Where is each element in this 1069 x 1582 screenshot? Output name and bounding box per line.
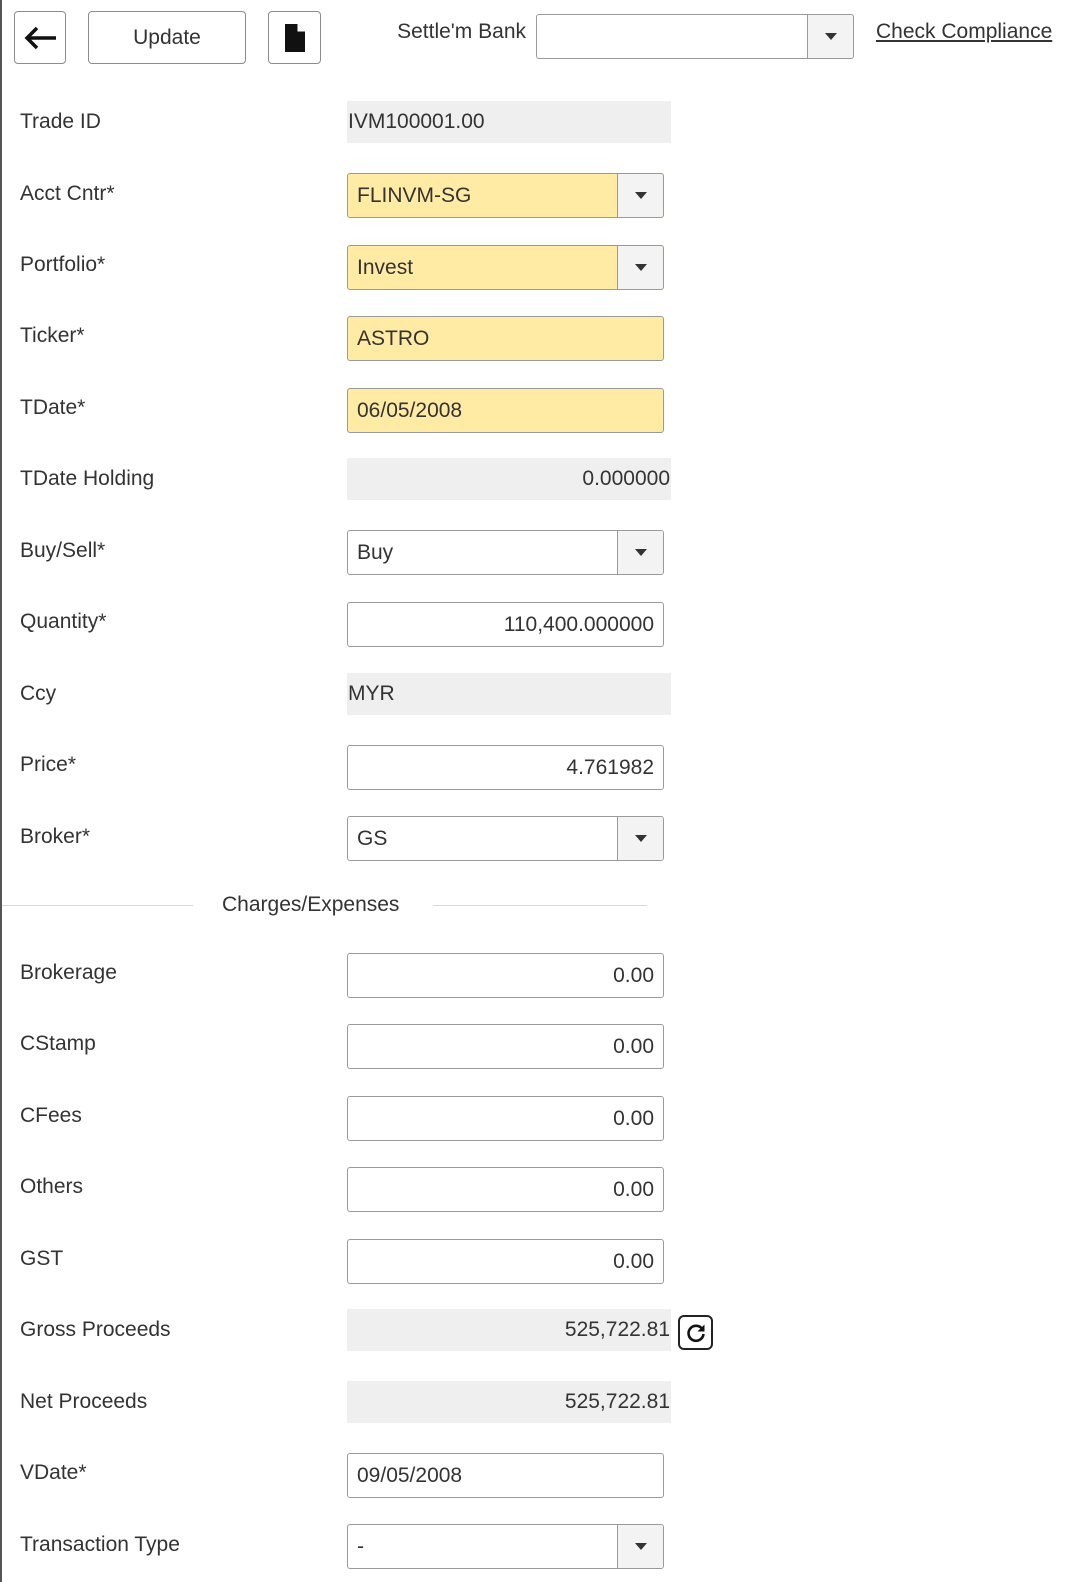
portfolio-label: Portfolio*: [20, 253, 106, 276]
tdate-holding-value: 0.000000: [347, 458, 671, 500]
quantity-label: Quantity*: [20, 610, 107, 633]
vdate-label: VDate*: [20, 1461, 87, 1484]
net-proceeds-label: Net Proceeds: [20, 1390, 148, 1413]
price-label: Price*: [20, 753, 77, 776]
gst-input[interactable]: 0.00: [347, 1239, 664, 1284]
trade-id-value: IVM100001.00: [347, 101, 671, 143]
gross-proceeds-label: Gross Proceeds: [20, 1318, 171, 1341]
broker-dropdown-button[interactable]: [617, 817, 663, 860]
portfolio-dropdown-button[interactable]: [617, 246, 663, 289]
settle-bank-label: Settle'm Bank: [397, 20, 526, 43]
settle-bank-dropdown-button[interactable]: [807, 15, 853, 58]
cfees-input[interactable]: 0.00: [347, 1096, 664, 1141]
ccy-value: MYR: [347, 673, 671, 715]
vdate-input[interactable]: 09/05/2008: [347, 1453, 664, 1498]
acct-cntr-select[interactable]: FLINVM-SG: [347, 173, 664, 218]
document-button[interactable]: [268, 11, 321, 64]
portfolio-value: Invest: [357, 255, 414, 279]
chevron-down-icon: [634, 549, 647, 556]
buy-sell-select[interactable]: Buy: [347, 530, 664, 575]
portfolio-select[interactable]: Invest: [347, 245, 664, 290]
chevron-down-icon: [634, 835, 647, 842]
others-input[interactable]: 0.00: [347, 1167, 664, 1212]
recalculate-button[interactable]: [678, 1315, 713, 1350]
chevron-down-icon: [824, 33, 837, 40]
section-divider-right: [433, 905, 647, 906]
buy-sell-dropdown-button[interactable]: [617, 531, 663, 574]
price-input[interactable]: 4.761982: [347, 745, 664, 790]
ccy-label: Ccy: [20, 682, 57, 705]
chevron-down-icon: [634, 192, 647, 199]
acct-cntr-value: FLINVM-SG: [357, 183, 472, 207]
tdate-holding-label: TDate Holding: [20, 467, 155, 490]
cfees-label: CFees: [20, 1104, 82, 1127]
chevron-down-icon: [634, 1543, 647, 1550]
ticker-input[interactable]: ASTRO: [347, 316, 664, 361]
charges-section-title: Charges/Expenses: [222, 893, 400, 916]
back-button[interactable]: [14, 11, 66, 64]
quantity-input[interactable]: 110,400.000000: [347, 602, 664, 647]
gross-proceeds-value: 525,722.81: [347, 1309, 671, 1351]
transaction-type-value: -: [357, 1534, 364, 1558]
transaction-type-label: Transaction Type: [20, 1533, 180, 1556]
window-left-border: [0, 0, 2, 1582]
transaction-type-dropdown-button[interactable]: [617, 1525, 663, 1568]
others-label: Others: [20, 1175, 84, 1198]
section-divider-left: [2, 905, 193, 906]
document-icon: [284, 23, 305, 52]
buy-sell-label: Buy/Sell*: [20, 539, 106, 562]
refresh-icon: [686, 1324, 705, 1342]
broker-value: GS: [357, 826, 388, 850]
brokerage-input[interactable]: 0.00: [347, 953, 664, 998]
acct-cntr-label: Acct Cntr*: [20, 182, 115, 205]
ticker-label: Ticker*: [20, 324, 85, 347]
transaction-type-select[interactable]: -: [347, 1524, 664, 1569]
arrow-left-icon: [24, 26, 56, 49]
chevron-down-icon: [634, 264, 647, 271]
tdate-input[interactable]: 06/05/2008: [347, 388, 664, 433]
broker-label: Broker*: [20, 825, 91, 848]
cstamp-label: CStamp: [20, 1032, 96, 1055]
brokerage-label: Brokerage: [20, 961, 117, 984]
gst-label: GST: [20, 1247, 64, 1270]
broker-select[interactable]: GS: [347, 816, 664, 861]
settle-bank-select[interactable]: [536, 14, 854, 59]
tdate-label: TDate*: [20, 396, 86, 419]
update-button[interactable]: Update: [88, 11, 246, 64]
acct-cntr-dropdown-button[interactable]: [617, 174, 663, 217]
buy-sell-value: Buy: [357, 540, 394, 564]
trade-id-label: Trade ID: [20, 110, 101, 133]
cstamp-input[interactable]: 0.00: [347, 1024, 664, 1069]
check-compliance-link[interactable]: Check Compliance: [876, 20, 1052, 44]
net-proceeds-value: 525,722.81: [347, 1381, 671, 1423]
